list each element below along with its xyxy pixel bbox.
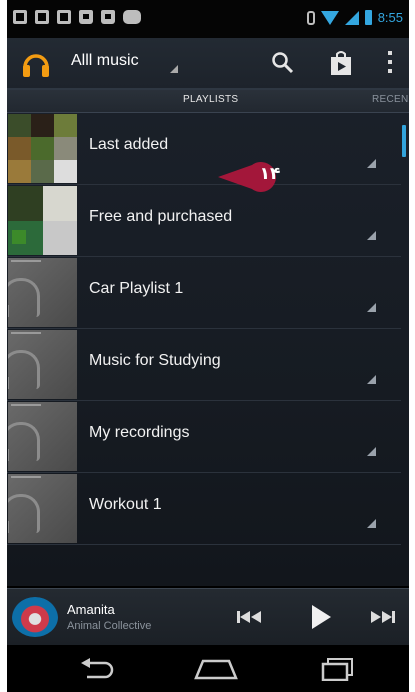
annotation-number: ۱۴: [259, 164, 281, 184]
playlist-art: [8, 186, 77, 255]
message-icon: [13, 10, 27, 24]
tab-recent[interactable]: RECEN: [372, 94, 409, 105]
playlist-art: [8, 474, 77, 543]
headphones-placeholder-icon: [8, 350, 40, 389]
tab-playlists[interactable]: PLAYLISTS: [183, 94, 238, 105]
playlist-name: Workout 1: [89, 496, 162, 513]
playlist-name: Last added: [89, 136, 169, 153]
navigation-bar: [7, 645, 409, 692]
status-right: 8:55: [306, 10, 403, 25]
context-menu-caret-icon[interactable]: [367, 375, 376, 384]
store-bag-icon: [101, 10, 115, 24]
overflow-menu-icon[interactable]: [386, 51, 394, 75]
playlist-name: My recordings: [89, 424, 190, 441]
headphones-placeholder-icon: [8, 278, 40, 317]
playlist-name: Music for Studying: [89, 352, 221, 369]
playlist-art: [8, 402, 77, 471]
playlist-name: Free and purchased: [89, 208, 233, 225]
playlist-art: [8, 330, 77, 399]
playlist-row[interactable]: Last added: [7, 113, 401, 185]
search-icon[interactable]: [270, 50, 296, 76]
playlist-row[interactable]: Music for Studying: [7, 329, 401, 401]
chat-icon: [35, 10, 49, 24]
signal-icon: [344, 10, 359, 25]
back-icon[interactable]: [77, 657, 117, 681]
status-time: 8:55: [377, 10, 403, 25]
scrollbar[interactable]: [402, 125, 406, 157]
track-title: Amanita: [67, 602, 115, 617]
playlist-row[interactable]: Free and purchased: [7, 185, 401, 257]
gamepad-icon: [123, 10, 141, 24]
recent-apps-icon[interactable]: [320, 657, 356, 681]
battery-icon: [364, 10, 372, 25]
previous-icon[interactable]: [235, 609, 263, 625]
playlist-row[interactable]: My recordings: [7, 401, 401, 473]
wifi-icon: [320, 10, 339, 25]
headphones-placeholder-icon: [8, 494, 40, 533]
next-icon[interactable]: [369, 609, 397, 625]
playlist-row[interactable]: Workout 1: [7, 473, 401, 545]
headphones-icon[interactable]: [21, 49, 51, 79]
context-menu-caret-icon[interactable]: [367, 303, 376, 312]
action-bar: Alll music: [7, 38, 409, 90]
context-menu-caret-icon[interactable]: [367, 519, 376, 528]
playlist-name: Car Playlist 1: [89, 280, 184, 297]
dropdown-caret-icon: [170, 65, 178, 73]
status-bar: 8:55: [7, 0, 409, 38]
screenshot-icon: [57, 10, 71, 24]
playlist-art: [8, 114, 77, 183]
playlist-list: Last added Free and purchased Car Playli…: [7, 113, 409, 586]
store-bag-icon: [79, 10, 93, 24]
track-artist: Animal Collective: [67, 620, 152, 632]
playlist-row[interactable]: Car Playlist 1: [7, 257, 401, 329]
notification-icons: [13, 10, 141, 24]
headphones-placeholder-icon: [8, 422, 40, 461]
context-menu-caret-icon[interactable]: [367, 231, 376, 240]
playlist-art: [8, 258, 77, 327]
phone-screen: 8:55 Alll music PLAYLISTS RECEN Last add…: [7, 0, 409, 692]
now-playing-bar[interactable]: Amanita Animal Collective: [7, 588, 409, 645]
bluetooth-icon: [306, 10, 315, 25]
context-menu-caret-icon[interactable]: [367, 159, 376, 168]
context-menu-caret-icon[interactable]: [367, 447, 376, 456]
album-art[interactable]: [12, 597, 58, 637]
tab-strip: PLAYLISTS RECEN: [7, 90, 409, 113]
library-dropdown[interactable]: Alll music: [71, 52, 139, 70]
store-icon[interactable]: [328, 49, 354, 77]
home-icon[interactable]: [193, 658, 239, 680]
play-icon[interactable]: [309, 603, 333, 631]
